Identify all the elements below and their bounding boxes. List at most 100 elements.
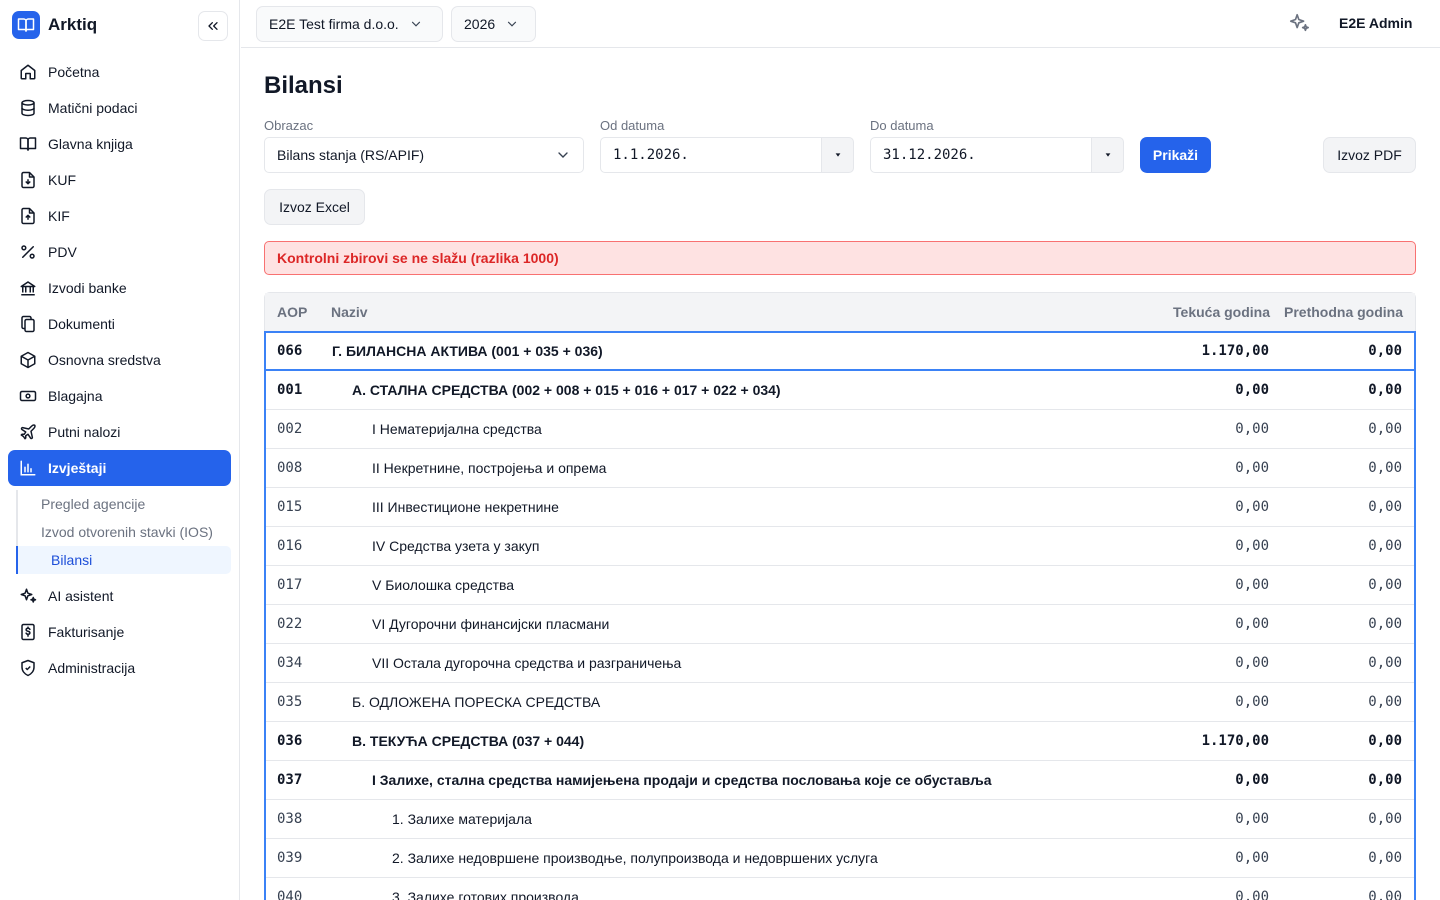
caret-down-icon [835,153,840,157]
app-name: Arktiq [48,15,98,34]
subnav-item-bilansi[interactable]: Bilansi [16,546,231,574]
cell-current-year: 0,00 [1235,421,1269,437]
shield-icon [21,659,35,677]
sidebar-item-label: KIF [48,208,70,224]
cell-current-year: 0,00 [1235,772,1269,788]
sidebar-item-kuf[interactable]: KUF [8,162,231,198]
file-in-icon [21,171,35,189]
table-row[interactable]: 036 В. ТЕКУЋА СРЕДСТВА (037 + 044) 1.170,0… [266,722,1414,761]
from-date-input[interactable]: 1.1.2026. [600,137,822,173]
cell-name: II Некретнине, постројења и опрема [372,460,607,476]
year-selector[interactable]: 2026 [451,6,536,42]
cell-current-year: 1.170,00 [1201,343,1269,359]
cell-aop: 016 [277,538,303,554]
cell-current-year: 0,00 [1235,850,1269,866]
cell-previous-year: 0,00 [1368,694,1402,710]
table-row[interactable]: 016 IV Средства узета у закуп 0,00 0,00 [266,527,1414,566]
sidebar-item-label: Matični podaci [48,100,138,116]
cell-current-year: 0,00 [1235,655,1269,671]
sidebar-item-label: Osnovna sredstva [48,352,161,368]
sidebar-item-pdv[interactable]: PDV [8,234,231,270]
cell-current-year: 0,00 [1235,889,1269,900]
table-row[interactable]: 040 3. Залихе готових производа 0,00 0,00 [266,878,1414,900]
cell-aop: 002 [277,421,303,437]
table-row[interactable]: 038 1. Залихе материјала 0,00 0,00 [266,800,1414,839]
table-row[interactable]: 039 2. Залихе недовршене производње, полу… [266,839,1414,878]
export-pdf-button[interactable]: Izvoz PDF [1323,137,1416,173]
subnav-item-pregled-agencije[interactable]: Pregled agencije [8,490,231,518]
table-row[interactable]: 015 III Инвестиционе некретнине 0,00 0,00 [266,488,1414,527]
header-aop[interactable]: AOP [265,304,331,320]
sidebar-item-kif[interactable]: KIF [8,198,231,234]
sidebar-item-label: Izvještaji [48,460,107,476]
cell-aop: 001 [277,382,303,398]
cell-name: III Инвестиционе некретнине [372,499,559,515]
table-row[interactable]: 022 VI Дугорочни финансијски пласмани 0,00… [266,605,1414,644]
cell-previous-year: 0,00 [1368,499,1402,515]
sidebar-item-glavna-knjiga[interactable]: Glavna knjiga [8,126,231,162]
cell-current-year: 0,00 [1235,499,1269,515]
cell-previous-year: 0,00 [1368,382,1402,398]
cell-current-year: 0,00 [1235,538,1269,554]
from-date-label: Od datuma [600,118,665,133]
to-date-label: Do datuma [870,118,934,133]
header-name[interactable]: Naziv [331,304,1133,320]
page-title: Bilansi [264,72,343,99]
cell-current-year: 0,00 [1235,577,1269,593]
table-row[interactable]: 017 V Биолошка средства 0,00 0,00 [266,566,1414,605]
percent-icon [21,245,35,259]
sidebar-item-maticni-podaci[interactable]: Matični podaci [8,90,231,126]
subnav-item-ios[interactable]: Izvod otvorenih stavki (IOS) [8,518,231,546]
sidebar-item-fakturisanje[interactable]: Fakturisanje [8,614,231,650]
cell-aop: 008 [277,460,303,476]
sidebar-item-label: Fakturisanje [48,624,125,640]
sidebar-item-izvodi-banke[interactable]: Izvodi banke [8,270,231,306]
cell-aop: 036 [277,733,303,749]
table-row[interactable]: 001 А. СТАЛНА СРЕДСТВА (002 + 008 + 015 +… [266,371,1414,410]
cell-name: VI Дугорочни финансијски пласмани [372,616,610,632]
sidebar-item-dokumenti[interactable]: Dokumenti [8,306,231,342]
sidebar-item-label: KUF [48,172,76,188]
from-date-picker-button[interactable] [821,137,854,173]
collapse-sidebar-button[interactable] [198,11,228,41]
table-row[interactable]: 008 II Некретнине, постројења и опрема 0,0… [266,449,1414,488]
header-current-year[interactable]: Tekuća godina [1133,304,1270,320]
form-select-value: Bilans stanja (RS/APIF) [277,147,425,163]
caret-down-icon [1105,153,1110,157]
ai-assistant-button[interactable] [1288,12,1312,36]
user-menu[interactable]: E2E Admin [1339,15,1412,31]
sidebar-item-label: Dokumenti [48,316,115,332]
cell-previous-year: 0,00 [1368,811,1402,827]
to-date-picker-button[interactable] [1091,137,1124,173]
header-previous-year[interactable]: Prethodna godina [1270,304,1415,320]
cell-aop: 039 [277,850,303,866]
cell-name: В. ТЕКУЋА СРЕДСТВА (037 + 044) [352,733,585,749]
invoice-dollar-icon [21,623,35,641]
table-row[interactable]: 034 VII Остала дугорочна средства и разгр… [266,644,1414,683]
database-icon [21,99,35,117]
export-excel-button[interactable]: Izvoz Excel [264,189,365,225]
sidebar-item-administracija[interactable]: Administracija [8,650,231,686]
table-row[interactable]: 066 Г. БИЛАНСНА АКТИВА (001 + 035 + 036) 1… [266,333,1414,371]
sidebar-item-pocetna[interactable]: Početna [8,54,231,90]
table-row[interactable]: 002 I Нематеријална средства 0,00 0,00 [266,410,1414,449]
sidebar-item-putni-nalozi[interactable]: Putni nalozi [8,414,231,450]
table-row[interactable]: 035 Б. ОДЛОЖЕНА ПОРЕСКА СРЕДСТВА 0,00 0,00 [266,683,1414,722]
cell-previous-year: 0,00 [1368,889,1402,900]
table-row[interactable]: 037 I Залихе, стална средства намијењена … [266,761,1414,800]
cell-aop: 040 [277,889,303,900]
chevron-down-icon [411,21,420,27]
sidebar-item-label: Izvodi banke [48,280,127,296]
company-name: E2E Test firma d.o.o. [269,16,399,32]
sidebar-item-ai-asistent[interactable]: AI asistent [8,578,231,614]
sidebar-item-izvjestaji[interactable]: Izvještaji [8,450,231,486]
cell-name: I Залихе, стална средства намијењена про… [372,772,992,788]
sidebar-item-blagajna[interactable]: Blagajna [8,378,231,414]
to-date-input[interactable]: 31.12.2026. [870,137,1092,173]
show-button[interactable]: Prikaži [1140,137,1211,173]
cell-name: Г. БИЛАНСНА АКТИВА (001 + 035 + 036) [332,343,603,359]
plane-icon [20,424,36,440]
form-select[interactable]: Bilans stanja (RS/APIF) [264,137,584,173]
sidebar-item-osnovna-sredstva[interactable]: Osnovna sredstva [8,342,231,378]
company-selector[interactable]: E2E Test firma d.o.o. [256,6,443,42]
